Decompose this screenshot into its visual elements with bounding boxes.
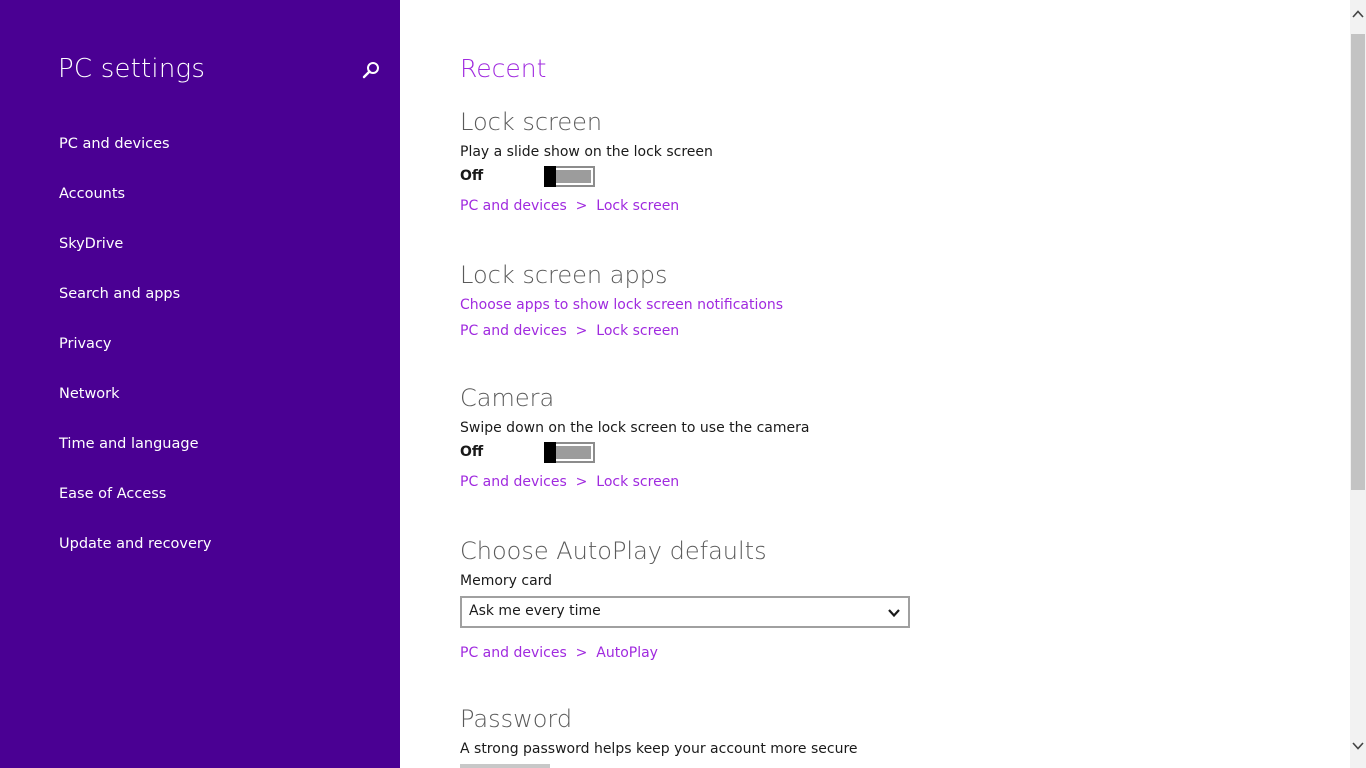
sidebar-item-accounts[interactable]: Accounts — [59, 184, 379, 234]
search-button[interactable] — [360, 60, 382, 82]
choose-apps-link[interactable]: Choose apps to show lock screen notifica… — [460, 296, 1320, 314]
toggle-thumb — [544, 166, 556, 187]
section-heading: Choose AutoPlay defaults — [460, 537, 767, 565]
chevron-up-icon — [1352, 10, 1364, 18]
toggle-state-label: Off — [460, 168, 484, 184]
breadcrumb-link-lock-screen[interactable]: PC and devices > Lock screen — [460, 322, 1320, 340]
section-autoplay: Choose AutoPlay defaults Memory card Ask… — [460, 536, 1320, 662]
sidebar-item-time-and-language[interactable]: Time and language — [59, 434, 379, 484]
section-lock-screen-apps: Lock screen apps Choose apps to show loc… — [460, 260, 1320, 340]
sidebar-item-ease-of-access[interactable]: Ease of Access — [59, 484, 379, 534]
section-heading: Camera — [460, 384, 555, 412]
section-heading: Password — [460, 705, 573, 733]
sidebar-item-pc-and-devices[interactable]: PC and devices — [59, 134, 379, 184]
breadcrumb-link-lock-screen[interactable]: PC and devices > Lock screen — [460, 197, 1320, 215]
camera-toggle[interactable] — [544, 442, 595, 463]
main-content: Recent Lock screen Play a slide show on … — [400, 0, 1350, 768]
sidebar-item-search-and-apps[interactable]: Search and apps — [59, 284, 379, 334]
sidebar-nav: PC and devices Accounts SkyDrive Search … — [59, 134, 379, 584]
memory-card-dropdown[interactable]: Ask me every time — [460, 596, 910, 628]
breadcrumb-link-lock-screen[interactable]: PC and devices > Lock screen — [460, 473, 1320, 491]
password-button-partial[interactable] — [460, 764, 550, 768]
search-icon — [362, 62, 379, 79]
section-password: Password A strong password helps keep yo… — [460, 704, 1320, 768]
chevron-down-icon — [888, 609, 900, 618]
sidebar-item-update-and-recovery[interactable]: Update and recovery — [59, 534, 379, 584]
setting-description: Play a slide show on the lock screen — [460, 144, 713, 160]
section-heading: Lock screen — [460, 108, 603, 136]
app-title: PC settings — [58, 54, 206, 84]
dropdown-value: Ask me every time — [469, 603, 601, 619]
sidebar: PC settings PC and devices Accounts SkyD… — [0, 0, 400, 768]
vertical-scrollbar[interactable] — [1350, 0, 1366, 768]
setting-description: Swipe down on the lock screen to use the… — [460, 420, 810, 436]
page-title: Recent — [460, 54, 547, 83]
section-heading: Lock screen apps — [460, 261, 668, 289]
sidebar-item-skydrive[interactable]: SkyDrive — [59, 234, 379, 284]
sidebar-item-network[interactable]: Network — [59, 384, 379, 434]
memory-card-label: Memory card — [460, 573, 553, 589]
chevron-down-icon — [1352, 742, 1364, 750]
breadcrumb-link-autoplay[interactable]: PC and devices > AutoPlay — [460, 644, 1320, 662]
setting-description: A strong password helps keep your accoun… — [460, 741, 858, 757]
sidebar-item-privacy[interactable]: Privacy — [59, 334, 379, 384]
slideshow-toggle[interactable] — [544, 166, 595, 187]
scroll-up-button[interactable] — [1350, 6, 1366, 22]
section-camera: Camera Swipe down on the lock screen to … — [460, 383, 1320, 491]
toggle-thumb — [544, 442, 556, 463]
toggle-state-label: Off — [460, 444, 484, 460]
section-lock-screen: Lock screen Play a slide show on the loc… — [460, 107, 1320, 215]
scroll-down-button[interactable] — [1350, 738, 1366, 754]
scroll-thumb[interactable] — [1351, 34, 1365, 490]
